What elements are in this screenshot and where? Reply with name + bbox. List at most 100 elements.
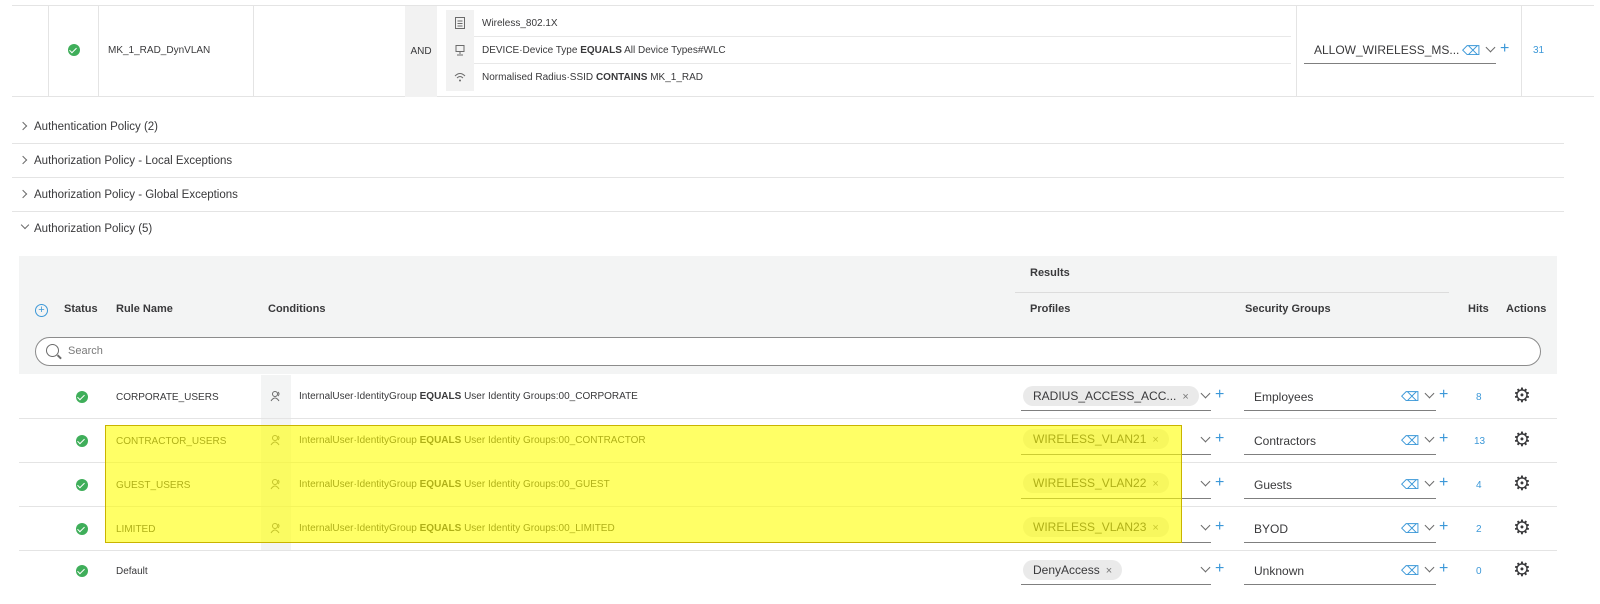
add-icon[interactable]: + — [1215, 560, 1224, 578]
add-icon[interactable]: + — [1215, 518, 1224, 536]
table-row[interactable]: CORPORATE_USERS InternalUser·IdentityGro… — [19, 375, 1557, 419]
security-group[interactable]: BYOD — [1254, 522, 1288, 536]
gear-icon[interactable]: ⚙ — [1513, 386, 1531, 406]
status-enabled-icon — [76, 479, 88, 491]
hits-count[interactable]: 13 — [1474, 436, 1485, 447]
hits-count[interactable]: 0 — [1476, 566, 1482, 577]
section-authentication-policy[interactable]: Authentication Policy (2) — [12, 110, 1564, 144]
chevron-down-icon[interactable] — [1200, 388, 1211, 399]
clear-icon[interactable]: ⌫ — [1401, 521, 1419, 537]
chevron-down-icon[interactable] — [1200, 520, 1211, 531]
divider — [48, 5, 49, 97]
section-title: Authorization Policy (5) — [34, 223, 153, 235]
add-rule-icon[interactable]: + — [35, 304, 48, 317]
add-icon[interactable]: + — [1439, 518, 1448, 536]
condition-operator: EQUALS — [419, 391, 462, 402]
add-icon[interactable]: + — [1439, 474, 1448, 492]
rule-name[interactable]: Default — [116, 566, 148, 577]
chevron-down-icon[interactable] — [1424, 520, 1435, 531]
add-icon[interactable]: + — [1215, 430, 1224, 448]
rule-name[interactable]: LIMITED — [116, 524, 155, 535]
remove-icon[interactable]: × — [1152, 522, 1158, 534]
add-icon[interactable]: + — [1215, 386, 1224, 404]
hits-count[interactable]: 8 — [1476, 392, 1482, 403]
remove-icon[interactable]: × — [1106, 565, 1112, 577]
section-title: Authentication Policy (2) — [34, 121, 159, 133]
device-icon — [446, 37, 474, 64]
table-row[interactable]: Default DenyAccess × + Unknown ⌫ + 0 ⚙ — [19, 551, 1557, 595]
security-group[interactable]: Unknown — [1254, 564, 1304, 578]
rule-name[interactable]: CORPORATE_USERS — [116, 392, 219, 403]
chevron-down-icon[interactable] — [1424, 562, 1435, 573]
table-row[interactable]: GUEST_USERS InternalUser·IdentityGroup E… — [19, 463, 1557, 507]
chevron-right-icon — [18, 121, 28, 131]
chevron-down-icon[interactable] — [1200, 476, 1211, 487]
chevron-right-icon — [18, 155, 28, 165]
gear-icon[interactable]: ⚙ — [1513, 518, 1531, 538]
security-group[interactable]: Guests — [1254, 478, 1292, 492]
add-icon[interactable]: + — [1439, 386, 1448, 404]
condition-operator: EQUALS — [419, 435, 462, 446]
divider — [98, 5, 99, 97]
wifi-icon — [446, 64, 474, 91]
security-group[interactable]: Employees — [1254, 390, 1313, 404]
search-input[interactable]: Search — [35, 337, 1541, 366]
add-icon[interactable]: + — [1439, 430, 1448, 448]
search-bar-area: Search — [19, 328, 1557, 374]
divider — [253, 5, 254, 97]
condition-value: User Identity Groups:00_LIMITED — [464, 523, 615, 534]
remove-icon[interactable]: × — [1152, 434, 1158, 446]
result-profile[interactable]: ALLOW_WIRELESS_MS... — [1314, 43, 1459, 57]
chevron-down-icon[interactable] — [1424, 388, 1435, 399]
status-enabled-icon — [76, 435, 88, 447]
security-group[interactable]: Contractors — [1254, 434, 1316, 448]
profile-tag[interactable]: WIRELESS_VLAN21 × — [1023, 429, 1169, 449]
clear-icon[interactable]: ⌫ — [1401, 389, 1419, 405]
chevron-down-icon[interactable] — [1424, 476, 1435, 487]
header-hits[interactable]: Hits — [1468, 303, 1489, 315]
add-icon[interactable]: + — [1215, 474, 1224, 492]
select-underline — [1244, 498, 1436, 499]
clear-icon[interactable]: ⌫ — [1462, 43, 1480, 59]
add-icon[interactable]: + — [1500, 40, 1509, 58]
profile-tag[interactable]: WIRELESS_VLAN22 × — [1023, 473, 1169, 493]
gear-icon[interactable]: ⚙ — [1513, 560, 1531, 580]
profile-tag[interactable]: WIRELESS_VLAN23 × — [1023, 517, 1169, 537]
header-conditions: Conditions — [268, 303, 326, 315]
clear-icon[interactable]: ⌫ — [1401, 477, 1419, 493]
condition-value: MK_1_RAD — [650, 72, 704, 83]
clear-icon[interactable]: ⌫ — [1401, 433, 1419, 449]
add-icon[interactable]: + — [1439, 560, 1448, 578]
remove-icon[interactable]: × — [1182, 391, 1188, 403]
header-rule-name[interactable]: Rule Name — [116, 303, 173, 315]
profile-tag[interactable]: RADIUS_ACCESS_ACC... × — [1023, 386, 1199, 406]
rule-name[interactable]: GUEST_USERS — [116, 480, 190, 491]
select-underline — [1021, 584, 1211, 585]
clear-icon[interactable]: ⌫ — [1401, 563, 1419, 579]
users-icon — [270, 523, 280, 534]
table-row[interactable]: CONTRACTOR_USERS InternalUser·IdentityGr… — [19, 419, 1557, 463]
status-enabled-icon — [76, 391, 88, 403]
rule-name[interactable]: CONTRACTOR_USERS — [116, 436, 226, 447]
chevron-right-icon — [18, 189, 28, 199]
table-row[interactable]: LIMITED InternalUser·IdentityGroup EQUAL… — [19, 507, 1557, 551]
condition-icon-cell — [261, 375, 291, 418]
chevron-down-icon[interactable] — [1200, 562, 1211, 573]
gear-icon[interactable]: ⚙ — [1513, 474, 1531, 494]
gear-icon[interactable]: ⚙ — [1513, 430, 1531, 450]
hits-count[interactable]: 2 — [1476, 524, 1482, 535]
profile-tag[interactable]: DenyAccess × — [1023, 560, 1123, 580]
status-enabled-icon — [68, 44, 80, 56]
select-underline — [1244, 542, 1436, 543]
condition-operator: EQUALS — [580, 45, 622, 56]
header-actions: Actions — [1506, 303, 1547, 315]
section-authorization-policy[interactable]: Authorization Policy (5) — [12, 212, 1564, 246]
hits-count[interactable]: 31 — [1533, 45, 1544, 56]
section-title: Authorization Policy - Global Exceptions — [34, 189, 238, 201]
section-global-exceptions[interactable]: Authorization Policy - Global Exceptions — [12, 178, 1564, 212]
section-local-exceptions[interactable]: Authorization Policy - Local Exceptions — [12, 144, 1564, 178]
chevron-down-icon[interactable] — [1200, 432, 1211, 443]
hits-count[interactable]: 4 — [1476, 480, 1482, 491]
remove-icon[interactable]: × — [1152, 478, 1158, 490]
chevron-down-icon[interactable] — [1424, 432, 1435, 443]
